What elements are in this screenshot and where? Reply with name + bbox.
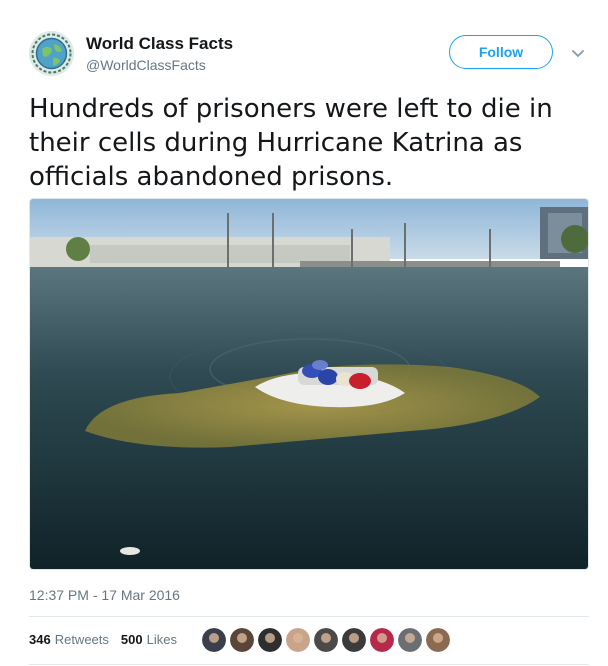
user-avatar-icon[interactable]: [314, 628, 338, 652]
globe-logo-icon: [29, 31, 74, 76]
chevron-down-icon[interactable]: [570, 45, 586, 61]
flooded-police-car-photo: [30, 199, 588, 569]
liker-avatars: [202, 628, 450, 652]
likes-count: 500: [120, 632, 143, 647]
user-avatar-icon[interactable]: [286, 628, 310, 652]
tweet-text: Hundreds of prisoners were left to die i…: [29, 94, 553, 192]
user-avatar-icon[interactable]: [230, 628, 254, 652]
divider-top: [29, 616, 589, 617]
user-avatar-icon[interactable]: [202, 628, 226, 652]
user-avatar-icon[interactable]: [342, 628, 366, 652]
follow-button[interactable]: Follow: [449, 35, 553, 69]
user-avatar-icon[interactable]: [258, 628, 282, 652]
divider-bottom: [29, 664, 589, 665]
user-avatar-icon[interactable]: [370, 628, 394, 652]
retweets-count: 346: [29, 632, 51, 647]
retweets-label: Retweets: [54, 632, 109, 647]
account-handle[interactable]: @WorldClassFacts: [86, 57, 206, 73]
likes-stat[interactable]: 500 Likes: [121, 632, 177, 647]
user-avatar-icon[interactable]: [426, 628, 450, 652]
account-avatar[interactable]: [29, 31, 74, 76]
likes-label: Likes: [146, 632, 177, 647]
retweets-stat[interactable]: 346 Retweets: [29, 632, 109, 647]
tweet-card: World Class Facts @WorldClassFacts Follo…: [0, 0, 608, 666]
tweet-photo[interactable]: [29, 198, 589, 570]
account-name[interactable]: World Class Facts: [86, 34, 233, 54]
engagement-stats: 346 Retweets 500 Likes: [29, 632, 177, 647]
user-avatar-icon[interactable]: [398, 628, 422, 652]
tweet-timestamp[interactable]: 12:37 PM - 17 Mar 2016: [29, 587, 180, 603]
